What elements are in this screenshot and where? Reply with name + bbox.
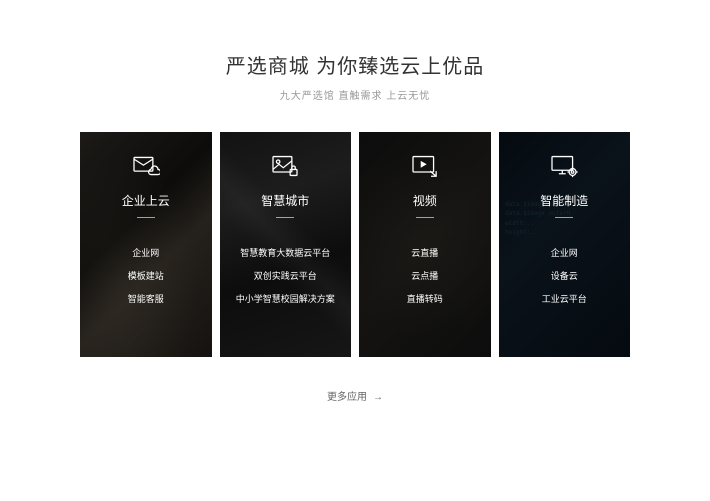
card-item[interactable]: 云点播 [411, 269, 438, 282]
card-item[interactable]: 模板建站 [128, 269, 164, 282]
card-video[interactable]: 视频 云直播 云点播 直播转码 [359, 132, 491, 357]
page-subtitle: 九大严选馆 直触需求 上云无忧 [0, 87, 710, 102]
card-item[interactable]: 直播转码 [407, 292, 443, 305]
card-divider [276, 217, 294, 218]
more-apps-link[interactable]: 更多应用 → [327, 392, 383, 403]
page-title: 严选商城 为你臻选云上优品 [0, 50, 710, 79]
card-item[interactable]: 双创实践云平台 [254, 269, 317, 282]
arrow-right-icon: → [373, 392, 383, 403]
card-enterprise-cloud[interactable]: 企业上云 企业网 模板建站 智能客服 [80, 132, 212, 357]
display-gear-icon [550, 154, 578, 178]
image-lock-icon [271, 154, 299, 178]
card-item[interactable]: 云直播 [411, 246, 438, 259]
section-header: 严选商城 为你臻选云上优品 九大严选馆 直触需求 上云无忧 [0, 50, 710, 102]
card-grid: 企业上云 企业网 模板建站 智能客服 智慧城市 智慧教育大数据云平台 [0, 132, 710, 357]
video-play-icon [411, 154, 439, 178]
card-divider [137, 217, 155, 218]
card-item[interactable]: 智能客服 [128, 292, 164, 305]
card-item[interactable]: 设备云 [551, 269, 578, 282]
card-divider [416, 217, 434, 218]
card-item[interactable]: 工业云平台 [542, 292, 587, 305]
card-smart-city[interactable]: 智慧城市 智慧教育大数据云平台 双创实践云平台 中小学智慧校园解决方案 [220, 132, 352, 357]
card-divider [555, 217, 573, 218]
card-title: 智能制造 [540, 192, 588, 209]
card-item[interactable]: 企业网 [132, 246, 159, 259]
more-label: 更多应用 [327, 392, 367, 403]
card-title: 智慧城市 [261, 192, 309, 209]
more-section: 更多应用 → [0, 387, 710, 405]
card-item[interactable]: 企业网 [551, 246, 578, 259]
card-title: 企业上云 [122, 192, 170, 209]
card-item[interactable]: 中小学智慧校园解决方案 [236, 292, 335, 305]
envelope-cloud-icon [132, 154, 160, 178]
card-title: 视频 [413, 192, 437, 209]
card-item[interactable]: 智慧教育大数据云平台 [240, 246, 330, 259]
card-smart-manufacturing[interactable]: 智能制造 企业网 设备云 工业云平台 [499, 132, 631, 357]
